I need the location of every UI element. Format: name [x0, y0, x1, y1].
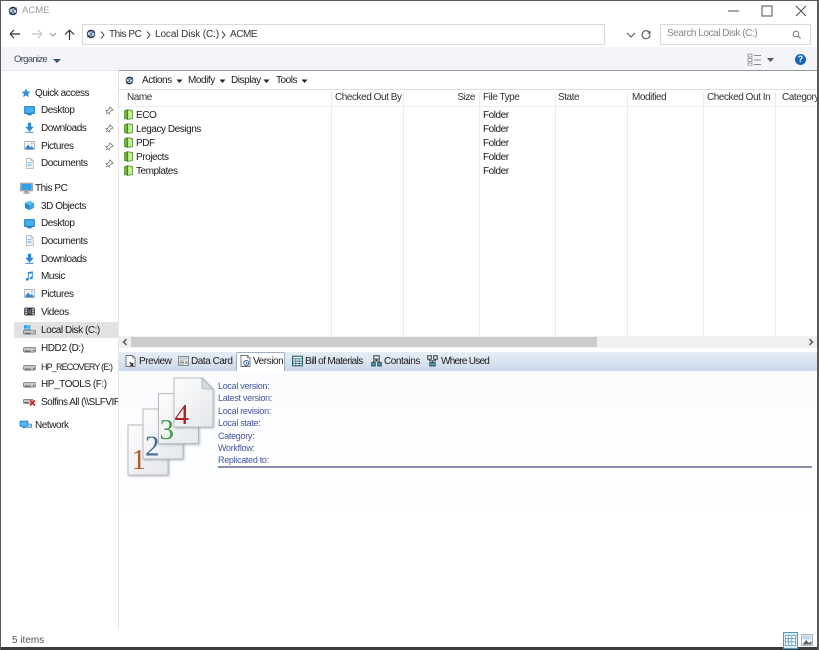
- svg-text:4: 4: [175, 399, 190, 431]
- svg-text:1: 1: [132, 444, 147, 476]
- svg-text:3: 3: [160, 414, 175, 446]
- svg-text:2: 2: [145, 431, 160, 463]
